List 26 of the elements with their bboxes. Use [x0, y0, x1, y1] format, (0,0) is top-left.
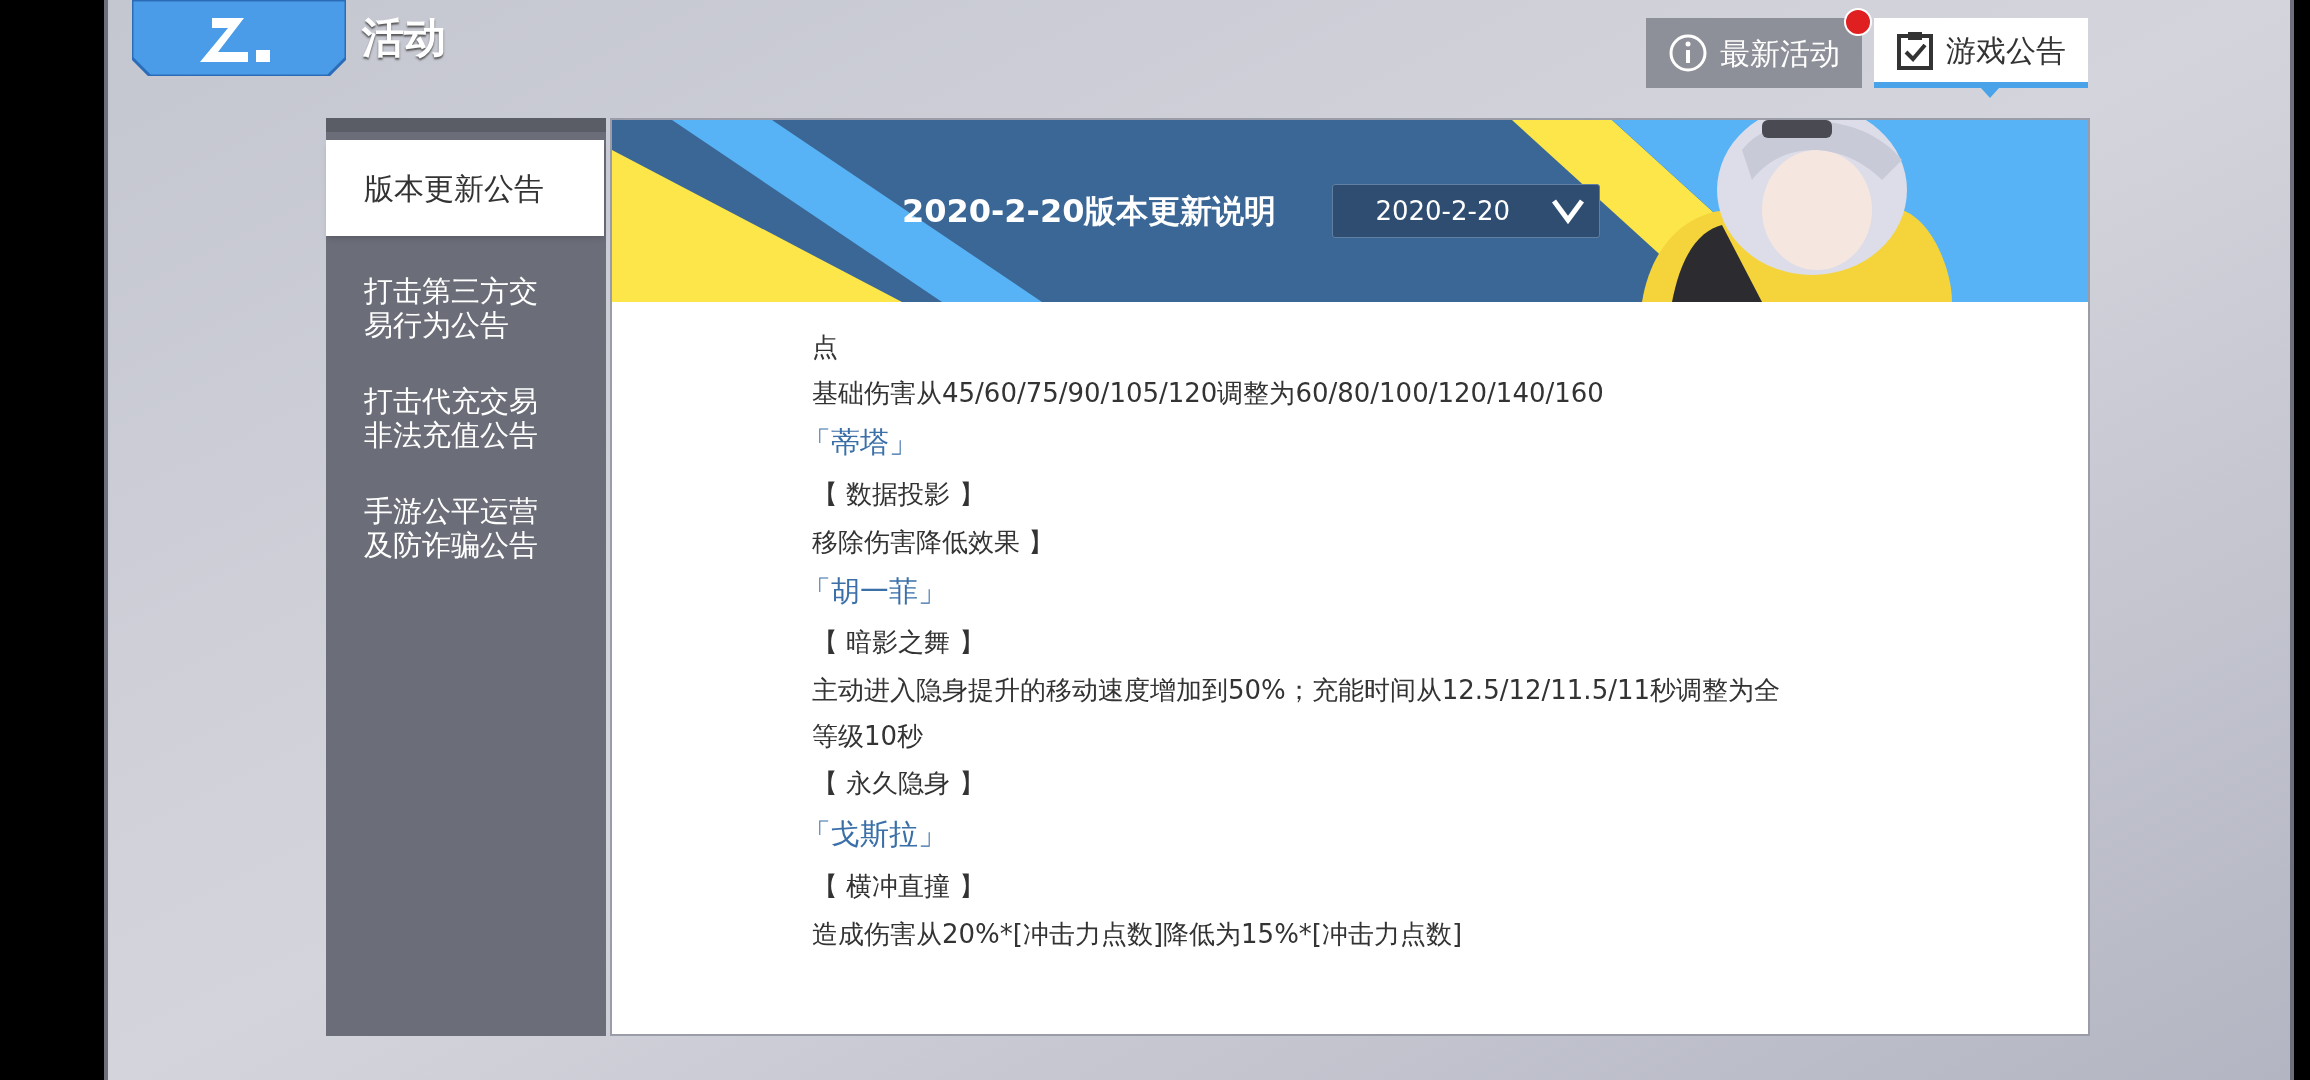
skill-name: 【 永久隐身 】: [812, 767, 986, 800]
page-title: 活动: [362, 12, 446, 64]
banner-title: 2020-2-20版本更新说明: [902, 191, 1277, 232]
top-tab[interactable]: 游戏公告: [1874, 18, 2088, 88]
body-text: 基础伤害从45/60/75/90/105/120调整为60/80/100/120/140/160: [812, 377, 1605, 410]
body-text: 移除伤害降低效果 】: [812, 525, 1056, 559]
body-text: 主动进入隐身提升的移动速度增加到50%；充能时间从12.5/12/11.5/11秒调整为全等级10秒: [812, 674, 1782, 753]
top-tab[interactable]: 最新活动: [1646, 18, 1862, 88]
skill-name: 【 横冲直撞 】: [812, 869, 986, 903]
sidebar-item[interactable]: 版本更新公告: [326, 140, 604, 236]
skill-name: 【 暗影之舞 】: [812, 626, 986, 659]
sidebar-item[interactable]: 打击第三方交易行为公告: [326, 258, 604, 358]
sidebar-item[interactable]: 手游公平运营及防诈骗公告: [326, 478, 604, 578]
body-text: 造成伤害从20%*[冲击力点数]降低为15%*[冲击力点数]: [812, 917, 1464, 951]
body-text: 点: [812, 331, 839, 364]
hero-name: 「戈斯拉」: [802, 816, 948, 853]
logo-icon: [132, 0, 346, 76]
hero-name: 「胡一菲」: [802, 572, 948, 610]
hero-name: 「蒂塔」: [802, 424, 919, 461]
pointer-icon: [1981, 88, 1999, 98]
chevron-down-icon: [1551, 198, 1586, 224]
date-dropdown[interactable]: 2020-2-20: [1332, 184, 1601, 238]
sidebar-item[interactable]: 打击代充交易非法充值公告: [326, 368, 604, 468]
info-icon: [1668, 33, 1708, 73]
skill-name: 【 数据投影 】: [812, 477, 986, 511]
clipboard-icon: [1896, 30, 1934, 70]
